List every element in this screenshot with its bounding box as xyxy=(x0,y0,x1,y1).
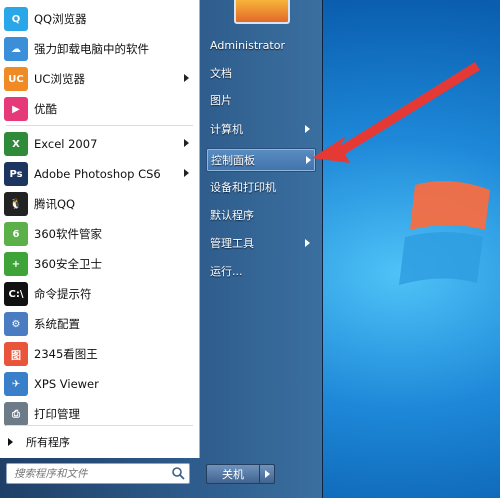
qq-penguin-icon: 🐧 xyxy=(4,192,28,216)
search-input[interactable] xyxy=(12,465,166,482)
all-programs-button[interactable]: 所有程序 xyxy=(0,428,199,456)
submenu-arrow-icon xyxy=(184,139,189,147)
separator xyxy=(6,125,193,126)
shutdown-group: 关机 xyxy=(206,464,276,484)
program-item-label: 360软件管家 xyxy=(34,227,102,241)
excel-icon: X xyxy=(4,132,28,156)
start-menu: Q QQ浏览器 ☁ 强力卸载电脑中的软件 UC UC浏览器 ▶ 优酷 X Excel 2007 Ps… xyxy=(0,0,323,498)
360-software-icon: 6 xyxy=(4,222,28,246)
2345-viewer-icon: 图 xyxy=(4,342,28,366)
places-item[interactable]: Administrator xyxy=(206,34,314,56)
places-item-label: 运行... xyxy=(210,265,243,278)
program-item-label: 强力卸载电脑中的软件 xyxy=(34,42,149,56)
program-item-label: UC浏览器 xyxy=(34,72,85,86)
search-box[interactable] xyxy=(6,463,190,484)
program-item[interactable]: Q QQ浏览器 xyxy=(0,4,199,34)
places-item-label: 图片 xyxy=(210,94,232,107)
places-item[interactable]: 图片 xyxy=(206,89,314,111)
all-programs-arrow-icon xyxy=(8,438,13,446)
program-item-label: 腾讯QQ xyxy=(34,197,76,211)
places-item[interactable]: 默认程序 xyxy=(206,204,314,226)
360-security-icon: + xyxy=(4,252,28,276)
windows-logo xyxy=(399,181,490,285)
program-item-label: 优酷 xyxy=(34,102,57,116)
places-item-label: 控制面板 xyxy=(211,154,255,167)
places-item-label: 管理工具 xyxy=(210,237,254,250)
program-item-label: XPS Viewer xyxy=(34,377,99,391)
program-list: Q QQ浏览器 ☁ 强力卸载电脑中的软件 UC UC浏览器 ▶ 优酷 X Excel 2007 Ps… xyxy=(0,0,200,458)
places-item[interactable]: 设备和打印机 xyxy=(206,176,314,198)
program-item[interactable]: 🐧 腾讯QQ xyxy=(0,189,199,219)
shutdown-button[interactable]: 关机 xyxy=(206,464,260,484)
program-item[interactable]: 图 2345看图王 xyxy=(0,339,199,369)
submenu-arrow-icon xyxy=(184,74,189,82)
youku-icon: ▶ xyxy=(4,97,28,121)
places-list: Administrator 文档图片计算机控制面板设备和打印机 默认程序管理工具运行… xyxy=(200,0,322,458)
program-item-label: 2345看图王 xyxy=(34,347,98,361)
uc-browser-icon: UC xyxy=(4,67,28,91)
program-item[interactable]: ✈ XPS Viewer xyxy=(0,369,199,399)
print-manager-icon: ⎙ xyxy=(4,402,28,426)
cmd-icon: C:\ xyxy=(4,282,28,306)
all-programs-label: 所有程序 xyxy=(26,436,70,449)
program-item[interactable]: X Excel 2007 xyxy=(0,129,199,159)
program-item-label: 360安全卫士 xyxy=(34,257,102,271)
system-config-icon: ⚙ xyxy=(4,312,28,336)
places-item-label: 计算机 xyxy=(210,123,243,136)
program-item-label: 打印管理 xyxy=(34,407,80,421)
photoshop-icon: Ps xyxy=(4,162,28,186)
places-item-label: 设备和打印机 xyxy=(210,181,276,194)
places-item[interactable]: 控制面板 xyxy=(206,148,316,172)
qq-browser-icon: Q xyxy=(4,7,28,31)
places-item[interactable]: 计算机 xyxy=(206,118,314,140)
places-item[interactable]: 运行... xyxy=(206,260,314,282)
program-item[interactable]: +360安全卫士 xyxy=(0,249,199,279)
program-item-label: 系统配置 xyxy=(34,317,80,331)
submenu-arrow-icon xyxy=(184,169,189,177)
program-item[interactable]: 6 360软件管家 xyxy=(0,219,199,249)
program-item[interactable]: C:\ 命令提示符 xyxy=(0,279,199,309)
program-item-label: Adobe Photoshop CS6 xyxy=(34,167,161,181)
program-item[interactable]: ⚙ 系统配置 xyxy=(0,309,199,339)
submenu-arrow-icon xyxy=(305,125,310,133)
places-item[interactable]: 管理工具 xyxy=(206,232,314,254)
submenu-arrow-icon xyxy=(306,156,311,164)
program-item[interactable]: ▶ 优酷 xyxy=(0,94,199,124)
program-item[interactable]: Ps Adobe Photoshop CS6 xyxy=(0,159,199,189)
uninstall-icon: ☁ xyxy=(4,37,28,61)
places-item-label: 默认程序 xyxy=(210,209,254,222)
places-item[interactable]: 文档 xyxy=(206,62,314,84)
program-item-label: Excel 2007 xyxy=(34,137,98,151)
places-item-label: 文档 xyxy=(210,67,232,80)
program-item-label: QQ浏览器 xyxy=(34,12,87,26)
program-item[interactable]: ☁ 强力卸载电脑中的软件 xyxy=(0,34,199,64)
places-item-label: Administrator xyxy=(210,38,285,52)
submenu-arrow-icon xyxy=(305,239,310,247)
program-item[interactable]: UC UC浏览器 xyxy=(0,64,199,94)
separator xyxy=(6,425,193,426)
shutdown-options-button[interactable] xyxy=(260,464,275,484)
program-item-label: 命令提示符 xyxy=(34,287,92,301)
xps-viewer-icon: ✈ xyxy=(4,372,28,396)
search-icon[interactable] xyxy=(171,466,185,480)
